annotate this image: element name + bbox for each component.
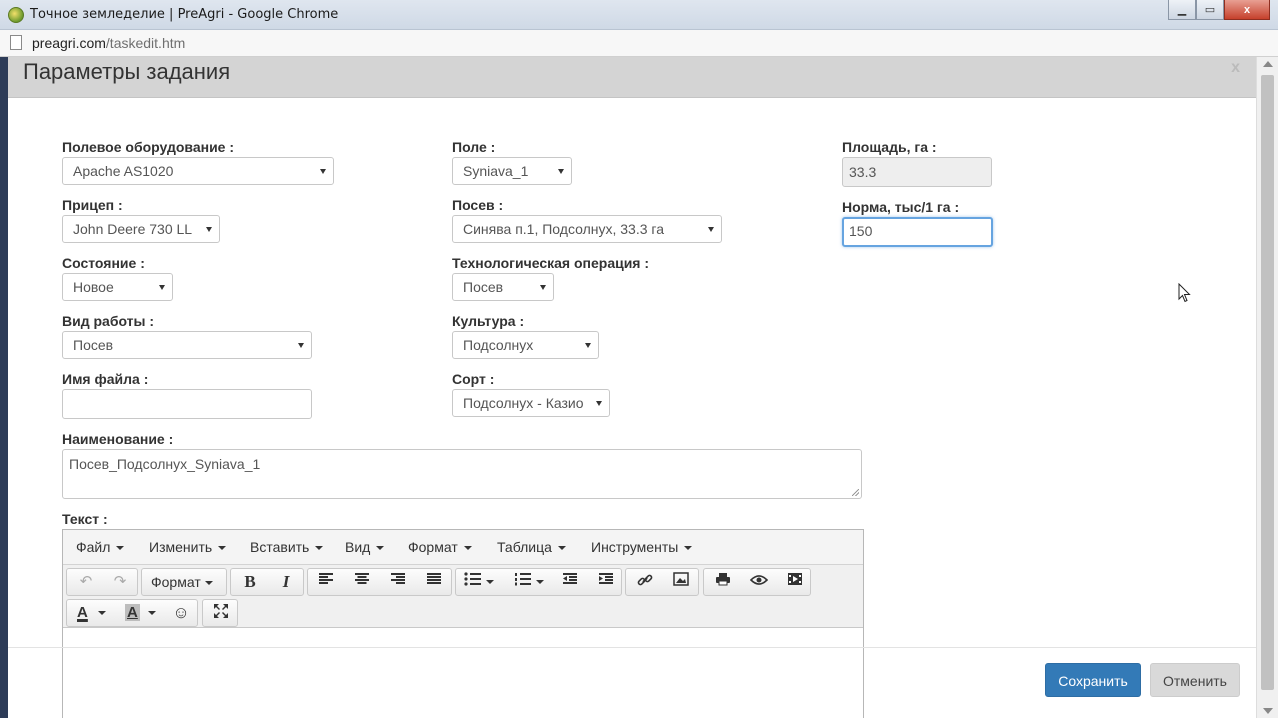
font-color-icon[interactable]: A [77, 603, 117, 623]
url-text[interactable]: preagri.com/taskedit.htm [32, 35, 185, 51]
menu-view[interactable]: Вид [345, 539, 384, 555]
redo-icon[interactable]: ↷ [110, 572, 130, 592]
scroll-down-icon[interactable] [1263, 708, 1273, 714]
field-label: Поле : [452, 139, 496, 155]
url-path: /taskedit.htm [105, 35, 186, 51]
print-icon[interactable] [713, 572, 733, 592]
window-controls: ▁ ▭ x [1168, 0, 1270, 20]
scroll-thumb[interactable] [1261, 75, 1274, 690]
font-color-glyph: A [77, 604, 88, 621]
equipment-select[interactable]: Apache AS1020 [62, 157, 334, 185]
text-label: Текст : [62, 511, 108, 527]
equipment-label: Полевое оборудование : [62, 139, 235, 155]
preview-eye-icon[interactable] [749, 572, 769, 592]
minimize-button[interactable]: ▁ [1168, 0, 1196, 20]
state-label: Состояние : [62, 255, 145, 271]
align-left-icon[interactable] [316, 572, 336, 592]
modal-header: Параметры задания x [8, 57, 1256, 98]
menu-file[interactable]: Файл [76, 539, 124, 555]
undo-icon[interactable]: ↶ [76, 572, 96, 592]
trailer-select[interactable]: John Deere 730 LL [62, 215, 220, 243]
modal-footer-divider [8, 647, 1256, 648]
color-emoticon-group: A A ☺ [66, 599, 198, 627]
menu-format[interactable]: Формат [408, 539, 472, 555]
editor-menubar: Файл Изменить Вставить Вид Формат Таблиц… [63, 530, 863, 565]
modal-close-icon[interactable]: x [1231, 59, 1240, 77]
culture-label: Культура : [452, 313, 525, 329]
print-preview-media-group [703, 568, 811, 596]
outdent-icon[interactable] [560, 572, 580, 592]
emoticon-icon[interactable]: ☺ [171, 603, 191, 623]
filename-input[interactable] [62, 389, 312, 419]
align-right-icon[interactable] [388, 572, 408, 592]
align-justify-icon[interactable] [424, 572, 444, 592]
trailer-label: Прицеп : [62, 197, 123, 213]
rich-text-editor[interactable]: Файл Изменить Вставить Вид Формат Таблиц… [62, 529, 864, 718]
work-type-label: Вид работы : [62, 313, 155, 329]
format-dropdown[interactable]: Формат [141, 568, 227, 596]
work-type-select[interactable]: Посев [62, 331, 312, 359]
close-window-button[interactable]: x [1224, 0, 1270, 20]
window-left-edge [0, 57, 8, 718]
menu-table[interactable]: Таблица [497, 539, 566, 555]
name-label: Наименование : [62, 431, 174, 447]
fullscreen-group [202, 599, 238, 627]
menu-tools[interactable]: Инструменты [591, 539, 692, 555]
variety-label: Сорт : [452, 371, 495, 387]
numbered-list-icon[interactable] [514, 572, 550, 592]
bold-icon[interactable]: B [240, 572, 260, 592]
culture-select[interactable]: Подсолнух [452, 331, 599, 359]
bg-color-glyph: A [125, 604, 140, 621]
sowing-label: Посев : [452, 197, 504, 213]
area-label: Площадь, га : [842, 139, 937, 155]
filename-label: Имя файла : [62, 371, 149, 387]
background-color-icon[interactable]: A [125, 603, 165, 623]
maximize-button[interactable]: ▭ [1196, 0, 1224, 20]
window-title: Точное земледелие | PreAgri - Google Chr… [30, 7, 339, 22]
indent-icon[interactable] [596, 572, 616, 592]
address-bar[interactable]: preagri.com/taskedit.htm [0, 30, 1278, 57]
media-icon[interactable] [785, 572, 805, 592]
state-select[interactable]: Новое [62, 273, 173, 301]
bullet-list-icon[interactable] [464, 572, 500, 592]
link-icon[interactable] [635, 572, 655, 592]
cancel-button[interactable]: Отменить [1150, 663, 1240, 697]
italic-icon[interactable]: I [276, 572, 296, 592]
page-scrollbar[interactable] [1256, 57, 1278, 718]
menu-insert[interactable]: Вставить [250, 539, 323, 555]
align-center-icon[interactable] [352, 572, 372, 592]
fullscreen-icon[interactable] [211, 603, 231, 623]
link-image-group [625, 568, 699, 596]
undo-redo-group: ↶ ↷ [66, 568, 138, 596]
url-host: preagri.com [32, 35, 106, 51]
operation-label: Технологическая операция : [452, 255, 650, 271]
operation-select[interactable]: Посев [452, 273, 554, 301]
align-group [307, 568, 452, 596]
resize-grip-icon[interactable] [852, 489, 859, 496]
modal-dialog: Параметры задания x Полевое оборудование… [8, 57, 1256, 718]
field-select[interactable]: Syniava_1 [452, 157, 572, 185]
page-icon [10, 35, 22, 50]
bold-italic-group: B I [230, 568, 304, 596]
list-indent-group [455, 568, 622, 596]
scroll-up-icon[interactable] [1263, 61, 1273, 67]
sowing-select[interactable]: Синява п.1, Подсолнух, 33.3 га [452, 215, 722, 243]
rate-input[interactable]: 150 [842, 217, 993, 247]
preagri-favicon-icon [8, 7, 24, 23]
format-label-text: Формат [151, 574, 201, 590]
name-textarea[interactable]: Посев_Подсолнух_Syniava_1 [62, 449, 862, 499]
modal-title: Параметры задания [23, 59, 231, 84]
browser-titlebar: Точное земледелие | PreAgri - Google Chr… [0, 0, 1278, 30]
editor-toolbar: ↶ ↷ Формат B I A A ☺ [63, 565, 863, 628]
variety-select[interactable]: Подсолнух - Казио [452, 389, 610, 417]
name-value: Посев_Подсолнух_Syniava_1 [69, 456, 261, 472]
format-dropdown-label: Формат [151, 572, 213, 592]
save-button[interactable]: Сохранить [1045, 663, 1141, 697]
area-input[interactable]: 33.3 [842, 157, 992, 187]
rate-label: Норма, тыс/1 га : [842, 199, 960, 215]
image-icon[interactable] [671, 572, 691, 592]
menu-edit[interactable]: Изменить [149, 539, 226, 555]
